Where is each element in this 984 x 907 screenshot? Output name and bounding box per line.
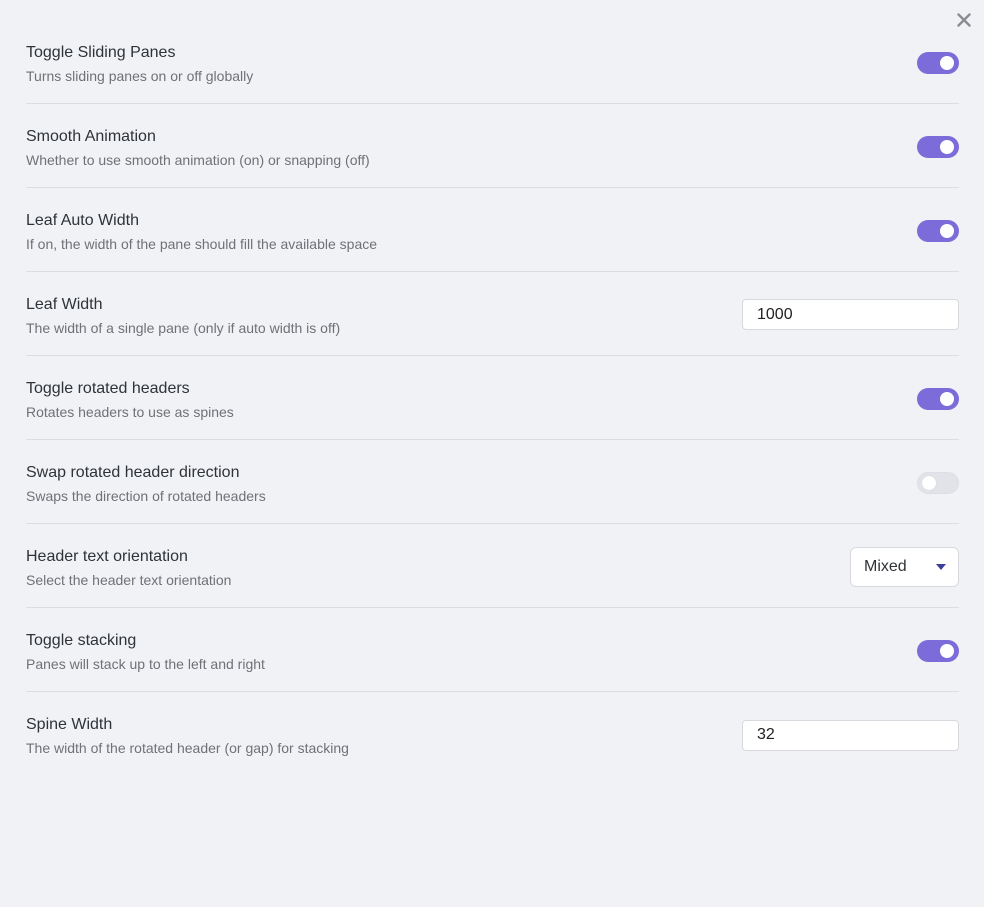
setting-info: Swap rotated header direction Swaps the … — [26, 459, 266, 505]
setting-info: Toggle stacking Panes will stack up to t… — [26, 627, 265, 673]
caret-down-icon — [936, 563, 946, 570]
stacking-toggle[interactable] — [917, 639, 959, 662]
close-icon — [957, 13, 971, 27]
toggle-knob — [940, 391, 954, 406]
setting-description: Select the header text orientation — [26, 571, 232, 588]
toggle-knob — [922, 475, 936, 490]
setting-name: Leaf Auto Width — [26, 211, 139, 229]
setting-info: Toggle Sliding Panes Turns sliding panes… — [26, 39, 253, 85]
setting-name: Swap rotated header direction — [26, 463, 240, 481]
setting-name: Toggle Sliding Panes — [26, 43, 176, 61]
leaf-auto-width-toggle[interactable] — [917, 219, 959, 242]
setting-description: If on, the width of the pane should fill… — [26, 235, 378, 252]
setting-name: Toggle rotated headers — [26, 379, 190, 397]
dropdown-selected-value: Mixed — [864, 557, 907, 575]
setting-toggle-sliding-panes: Toggle Sliding Panes Turns sliding panes… — [26, 20, 959, 104]
setting-leaf-auto-width: Leaf Auto Width If on, the width of the … — [26, 188, 959, 272]
swap-header-direction-toggle[interactable] — [917, 471, 959, 494]
sliding-panes-toggle[interactable] — [917, 51, 959, 74]
rotated-headers-toggle[interactable] — [917, 387, 959, 410]
header-orientation-dropdown[interactable]: Mixed — [850, 546, 959, 587]
setting-info: Smooth Animation Whether to use smooth a… — [26, 123, 370, 169]
setting-header-text-orientation: Header text orientation Select the heade… — [26, 524, 959, 608]
setting-smooth-animation: Smooth Animation Whether to use smooth a… — [26, 104, 959, 188]
setting-description: The width of the rotated header (or gap)… — [26, 740, 349, 756]
setting-info: Leaf Width The width of a single pane (o… — [26, 291, 340, 337]
setting-info: Header text orientation Select the heade… — [26, 543, 231, 589]
leaf-width-input[interactable] — [742, 299, 959, 330]
toggle-knob — [940, 55, 954, 70]
setting-description: The width of a single pane (only if auto… — [26, 319, 341, 336]
setting-description: Panes will stack up to the left and righ… — [26, 655, 265, 672]
spine-width-input[interactable] — [742, 719, 959, 751]
toggle-knob — [940, 223, 954, 238]
setting-name: Leaf Width — [26, 295, 103, 313]
setting-info: Leaf Auto Width If on, the width of the … — [26, 207, 377, 253]
setting-name: Toggle stacking — [26, 631, 137, 649]
setting-description: Swaps the direction of rotated headers — [26, 487, 266, 504]
setting-description: Whether to use smooth animation (on) or … — [26, 151, 370, 168]
setting-name: Header text orientation — [26, 547, 188, 565]
setting-leaf-width: Leaf Width The width of a single pane (o… — [26, 272, 959, 356]
toggle-knob — [940, 643, 954, 658]
smooth-animation-toggle[interactable] — [917, 135, 959, 158]
settings-list: Toggle Sliding Panes Turns sliding panes… — [26, 20, 959, 776]
setting-toggle-rotated-headers: Toggle rotated headers Rotates headers t… — [26, 356, 959, 440]
setting-spine-width: Spine Width The width of the rotated hea… — [26, 692, 959, 776]
setting-name: Smooth Animation — [26, 127, 156, 145]
setting-description: Turns sliding panes on or off globally — [26, 67, 254, 84]
toggle-knob — [940, 139, 954, 154]
setting-description: Rotates headers to use as spines — [26, 403, 234, 420]
setting-toggle-stacking: Toggle stacking Panes will stack up to t… — [26, 608, 959, 692]
setting-swap-header-direction: Swap rotated header direction Swaps the … — [26, 440, 959, 524]
setting-name: Spine Width — [26, 716, 113, 733]
setting-info: Spine Width The width of the rotated hea… — [26, 711, 349, 757]
setting-info: Toggle rotated headers Rotates headers t… — [26, 375, 234, 421]
